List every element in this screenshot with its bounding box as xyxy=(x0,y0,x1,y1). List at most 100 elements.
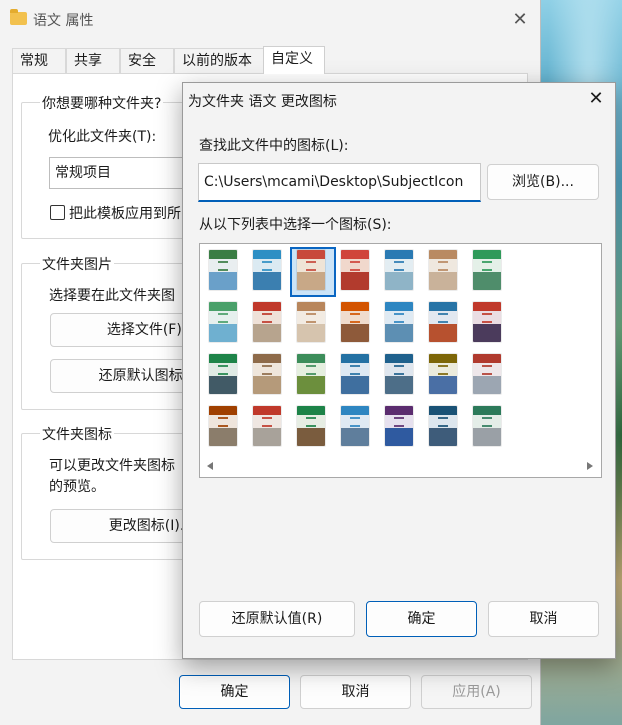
icon-thumbnail[interactable] xyxy=(429,406,457,446)
icon-thumbnail[interactable] xyxy=(429,354,457,394)
tab-general[interactable]: 常规 xyxy=(12,48,66,74)
icon-thumbnail[interactable] xyxy=(253,354,281,394)
thumbnail-title-mark xyxy=(306,417,316,427)
scroll-right-icon[interactable] xyxy=(587,462,593,470)
thumbnail-title-mark xyxy=(438,417,448,427)
browse-button[interactable]: 浏览(B)... xyxy=(487,164,599,200)
icon-thumbnail[interactable] xyxy=(253,302,281,342)
apply-template-checkbox[interactable] xyxy=(50,205,65,220)
scroll-left-icon[interactable] xyxy=(207,462,213,470)
thumbnail-band xyxy=(297,302,325,311)
horizontal-scrollbar[interactable] xyxy=(201,457,600,475)
icon-list[interactable] xyxy=(199,243,602,478)
thumbnail-scene xyxy=(341,324,369,342)
thumbnail-title-mark xyxy=(218,313,228,323)
icon-thumbnail[interactable] xyxy=(253,406,281,446)
thumbnail-band xyxy=(341,302,369,311)
icon-thumbnail[interactable] xyxy=(473,354,501,394)
change-icon-dialog: 为文件夹 语文 更改图标 ✕ 查找此文件中的图标(L): C:\Users\mc… xyxy=(182,82,616,659)
thumbnail-title-mark xyxy=(394,417,404,427)
tab-sharing[interactable]: 共享 xyxy=(66,48,120,74)
thumbnail-title-mark xyxy=(262,313,272,323)
thumbnail-title-mark xyxy=(394,313,404,323)
thumbnail-scene xyxy=(473,376,501,394)
thumbnail-band xyxy=(253,406,281,415)
thumbnail-band xyxy=(385,302,413,311)
icon-thumbnail[interactable] xyxy=(429,250,457,290)
thumbnail-scene xyxy=(473,428,501,446)
icon-thumbnail[interactable] xyxy=(297,302,325,342)
icon-thumbnail[interactable] xyxy=(297,250,325,290)
thumbnail-band xyxy=(253,302,281,311)
thumbnail-title-mark xyxy=(306,313,316,323)
cancel-button[interactable]: 取消 xyxy=(300,675,411,709)
icon-thumbnail[interactable] xyxy=(341,250,369,290)
thumbnail-scene xyxy=(297,428,325,446)
thumbnail-scene xyxy=(209,324,237,342)
thumbnail-band xyxy=(297,354,325,363)
thumbnail-title-mark xyxy=(394,261,404,271)
icon-thumbnail[interactable] xyxy=(341,302,369,342)
thumbnail-scene xyxy=(253,376,281,394)
thumbnail-title-mark xyxy=(394,365,404,375)
find-icons-label: 查找此文件中的图标(L): xyxy=(199,138,349,154)
icon-thumbnail[interactable] xyxy=(473,406,501,446)
icon-path-input[interactable]: C:\Users\mcami\Desktop\SubjectIcon xyxy=(198,163,481,202)
tab-previous-versions[interactable]: 以前的版本 xyxy=(174,48,272,74)
icon-thumbnail[interactable] xyxy=(473,302,501,342)
icon-thumbnail[interactable] xyxy=(253,250,281,290)
icon-thumbnail[interactable] xyxy=(209,250,237,290)
apply-button[interactable]: 应用(A) xyxy=(421,675,532,709)
thumbnail-scene xyxy=(429,272,457,290)
icon-thumbnail[interactable] xyxy=(297,354,325,394)
thumbnail-scene xyxy=(209,376,237,394)
thumbnail-scene xyxy=(209,428,237,446)
thumbnail-band xyxy=(429,354,457,363)
icon-thumbnail[interactable] xyxy=(209,354,237,394)
thumbnail-title-mark xyxy=(218,261,228,271)
thumbnail-band xyxy=(429,406,457,415)
icon-thumbnail[interactable] xyxy=(385,250,413,290)
thumbnail-band xyxy=(209,354,237,363)
tab-customize[interactable]: 自定义 xyxy=(263,46,325,74)
icon-thumbnail[interactable] xyxy=(473,250,501,290)
close-icon[interactable]: ✕ xyxy=(505,6,535,34)
restore-defaults-button[interactable]: 还原默认值(R) xyxy=(199,601,355,637)
thumbnail-band xyxy=(473,302,501,311)
thumbnail-band xyxy=(341,354,369,363)
thumbnail-title-mark xyxy=(438,365,448,375)
dialog-cancel-button[interactable]: 取消 xyxy=(488,601,599,637)
ok-button[interactable]: 确定 xyxy=(179,675,290,709)
icon-thumbnail[interactable] xyxy=(341,354,369,394)
thumbnail-title-mark xyxy=(218,365,228,375)
folder-type-legend: 你想要哪种文件夹? xyxy=(40,93,164,113)
dialog-ok-button[interactable]: 确定 xyxy=(366,601,477,637)
thumbnail-scene xyxy=(297,376,325,394)
dialog-close-icon[interactable]: ✕ xyxy=(581,85,611,113)
thumbnail-band xyxy=(209,250,237,259)
thumbnail-band xyxy=(385,354,413,363)
icon-thumbnail[interactable] xyxy=(341,406,369,446)
thumbnail-band xyxy=(209,406,237,415)
thumbnail-title-mark xyxy=(306,261,316,271)
icon-thumbnail[interactable] xyxy=(385,354,413,394)
folder-icons-description-line1: 可以更改文件夹图标 xyxy=(49,458,175,474)
thumbnail-title-mark xyxy=(482,417,492,427)
icon-thumbnail[interactable] xyxy=(385,302,413,342)
thumbnail-title-mark xyxy=(482,365,492,375)
tab-security[interactable]: 安全 xyxy=(120,48,174,74)
thumbnail-scene xyxy=(385,324,413,342)
icon-thumbnail[interactable] xyxy=(209,406,237,446)
icon-thumbnail[interactable] xyxy=(385,406,413,446)
thumbnail-scene xyxy=(297,324,325,342)
thumbnail-title-mark xyxy=(350,417,360,427)
thumbnail-title-mark xyxy=(262,417,272,427)
icon-thumbnail[interactable] xyxy=(209,302,237,342)
thumbnail-title-mark xyxy=(438,313,448,323)
thumbnail-title-mark xyxy=(218,417,228,427)
thumbnail-band xyxy=(385,406,413,415)
icon-thumbnail[interactable] xyxy=(429,302,457,342)
thumbnail-scene xyxy=(253,428,281,446)
thumbnail-band xyxy=(297,250,325,259)
icon-thumbnail[interactable] xyxy=(297,406,325,446)
